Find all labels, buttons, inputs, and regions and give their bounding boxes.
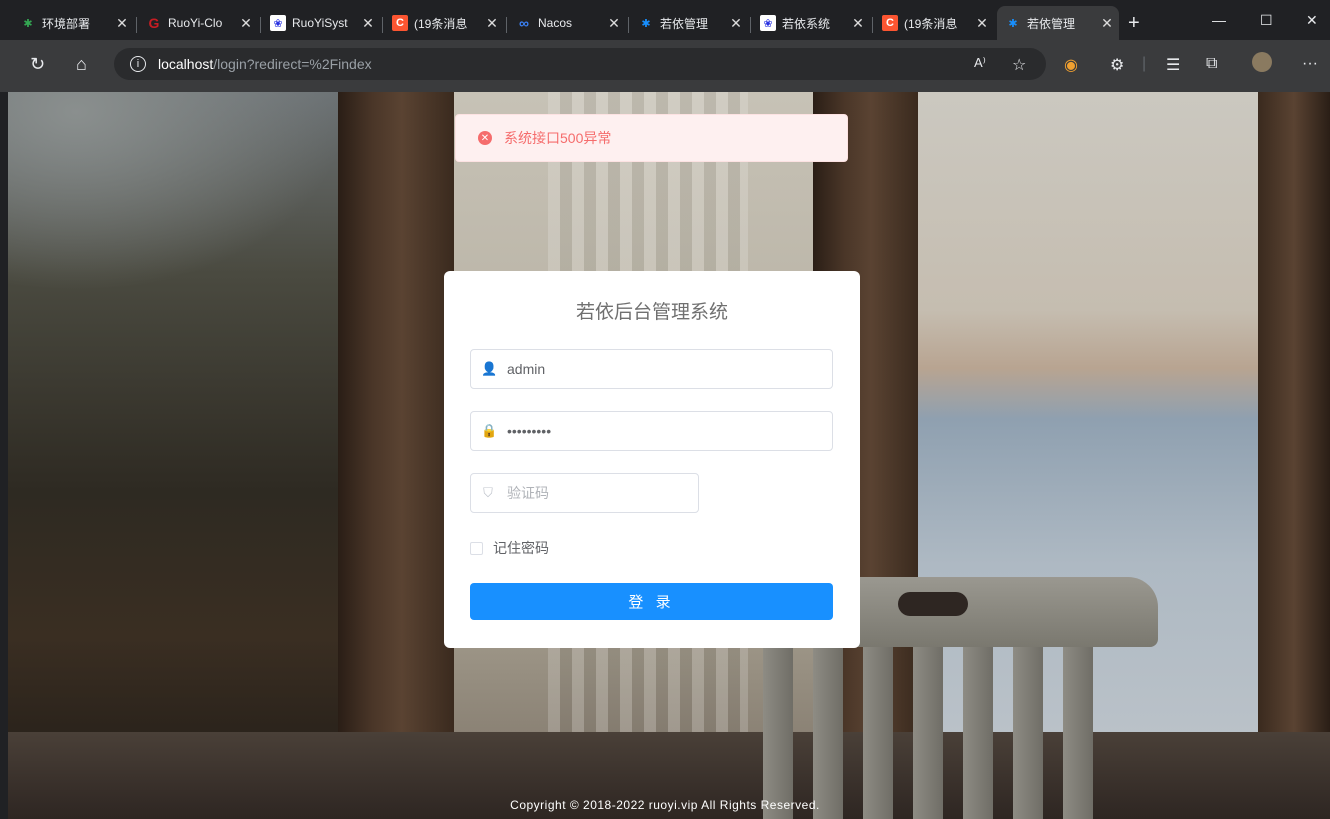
browser-tab[interactable]: C (19条消息 ✕	[384, 10, 504, 36]
browser-tab[interactable]: C (19条消息 ✕	[874, 10, 994, 36]
browser-tab-bar: ✱ 环境部署 ✕ G RuoYi-Clo ✕ ❀ RuoYiSyst ✕ C (…	[0, 0, 1330, 40]
close-tab-icon[interactable]: ✕	[114, 15, 130, 32]
captcha-field[interactable]: ⛉	[470, 473, 699, 513]
username-input[interactable]	[505, 360, 809, 378]
close-tab-icon[interactable]: ✕	[1099, 15, 1115, 32]
new-tab-button[interactable]: +	[1128, 12, 1140, 35]
close-tab-icon[interactable]: ✕	[850, 15, 866, 32]
leaf-icon: ✱	[23, 17, 33, 30]
url-path: /login?redirect=%2Findex	[213, 56, 372, 72]
ruoyi-icon: ✱	[641, 17, 651, 30]
close-tab-icon[interactable]: ✕	[360, 15, 376, 32]
baidu-icon: ❀	[270, 15, 286, 31]
close-window-icon[interactable]: ✕	[1306, 12, 1318, 29]
info-icon[interactable]: i	[130, 56, 146, 72]
address-bar[interactable]: i localhost/login?redirect=%2Findex	[114, 48, 1046, 80]
browser-tab[interactable]: ∞ Nacos ✕	[508, 10, 626, 36]
url-host: localhost	[158, 56, 214, 72]
browser-tab[interactable]: ✱ 环境部署 ✕	[12, 10, 134, 36]
toolbar-divider: |	[1142, 55, 1147, 72]
more-menu-icon[interactable]: ···	[1302, 55, 1318, 73]
favorites-icon[interactable]: ☰	[1166, 55, 1180, 75]
shield-icon: ⛉	[483, 485, 493, 500]
error-circle-icon: ✕	[478, 131, 492, 145]
user-icon: 👤	[481, 361, 498, 376]
close-tab-icon[interactable]: ✕	[606, 15, 622, 32]
nacos-icon: ∞	[519, 15, 529, 31]
error-message-text: 系统接口500异常	[504, 130, 612, 146]
captcha-input[interactable]	[505, 484, 689, 502]
remember-label: 记住密码	[493, 540, 549, 556]
csdn-icon: C	[882, 15, 898, 31]
extension-icon[interactable]: ◉	[1064, 55, 1078, 75]
close-tab-icon[interactable]: ✕	[484, 15, 500, 32]
browser-tab[interactable]: G RuoYi-Clo ✕	[138, 10, 258, 36]
close-tab-icon[interactable]: ✕	[728, 15, 744, 32]
remember-password[interactable]: 记住密码	[470, 538, 549, 558]
browser-toolbar: ↻ ⌂ i localhost/login?redirect=%2Findex …	[0, 40, 1330, 92]
username-field[interactable]: 👤	[470, 349, 833, 389]
login-form: 若依后台管理系统 👤 🔒 ⛉ 记住密码 登 录	[444, 271, 860, 648]
profile-avatar[interactable]	[1252, 52, 1272, 72]
browser-tab-active[interactable]: ✱ 若依管理 ✕	[997, 6, 1119, 40]
lock-icon: 🔒	[481, 423, 498, 438]
browser-tab[interactable]: ✱ 若依管理 ✕	[630, 10, 748, 36]
collections-icon[interactable]: ⧉	[1206, 55, 1217, 73]
login-title: 若依后台管理系统	[575, 302, 728, 323]
ruoyi-icon: ✱	[1008, 17, 1018, 30]
copyright-footer: Copyright © 2018-2022 ruoyi.vip All Righ…	[510, 798, 820, 812]
login-button[interactable]: 登 录	[470, 583, 833, 620]
gitee-icon: G	[148, 15, 160, 31]
close-tab-icon[interactable]: ✕	[974, 15, 990, 32]
close-tab-icon[interactable]: ✕	[238, 15, 254, 32]
minimize-icon[interactable]: —	[1212, 12, 1226, 28]
home-icon[interactable]: ⌂	[76, 54, 87, 75]
error-message: ✕ 系统接口500异常	[455, 114, 848, 162]
password-field[interactable]: 🔒	[470, 411, 833, 451]
remember-checkbox[interactable]	[470, 541, 483, 555]
baidu-icon: ❀	[760, 15, 776, 31]
maximize-icon[interactable]: ☐	[1260, 12, 1273, 29]
read-aloud-icon[interactable]: A⁾	[974, 55, 986, 71]
browser-tab[interactable]: ❀ 若依系统 ✕	[752, 10, 870, 36]
favorite-add-icon[interactable]: ☆	[1012, 55, 1026, 75]
browser-tab[interactable]: ❀ RuoYiSyst ✕	[262, 10, 380, 36]
extensions-puzzle-icon[interactable]: ⚙	[1110, 55, 1124, 75]
password-input[interactable]	[505, 422, 809, 440]
csdn-icon: C	[392, 15, 408, 31]
refresh-icon[interactable]: ↻	[30, 54, 45, 75]
